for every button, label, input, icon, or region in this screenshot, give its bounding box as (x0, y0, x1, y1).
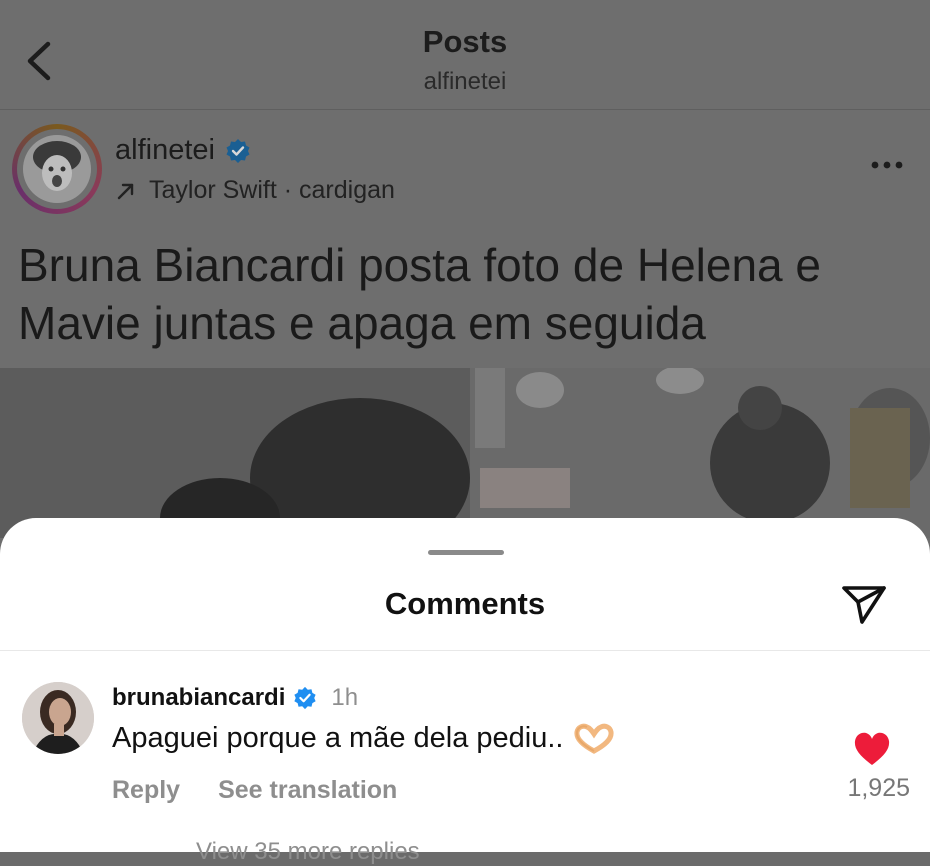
view-replies-link[interactable]: View 35 more replies (196, 838, 420, 866)
more-options-icon[interactable] (862, 150, 912, 180)
divider (0, 650, 930, 651)
arrow-up-right-icon (117, 183, 134, 199)
verified-badge-icon (294, 686, 316, 710)
post-music-row[interactable]: Taylor Swift · cardigan (115, 176, 395, 205)
reply-button[interactable]: Reply (112, 776, 180, 805)
page-subtitle: alfinetei (423, 68, 507, 95)
post-username-row: alfinetei (115, 134, 251, 167)
see-translation-button[interactable]: See translation (218, 776, 397, 805)
comment-timestamp: 1h (331, 684, 359, 711)
comment-text: Apaguei porque a mãe dela pediu.. (112, 722, 564, 754)
comment-text-row: Apaguei porque a mãe dela pediu.. (112, 722, 615, 755)
comment-actions: Reply See translation (112, 776, 397, 805)
header: Posts alfinetei (0, 0, 930, 110)
avatar-image (23, 135, 91, 203)
heart-hands-emoji-icon (574, 723, 614, 754)
post-image[interactable] (0, 368, 930, 538)
like-count: 1,925 (847, 774, 910, 802)
comments-title: Comments (384, 586, 546, 621)
send-icon[interactable] (838, 580, 890, 628)
page-title: Posts (422, 24, 508, 59)
verified-badge-icon (226, 138, 250, 163)
post-avatar[interactable] (12, 124, 102, 214)
comments-sheet: Comments brunabiancardi 1h Apaguei porqu… (0, 518, 930, 865)
comment-username[interactable]: brunabiancardi (112, 684, 285, 712)
comment-header: brunabiancardi 1h (112, 684, 358, 712)
post-username[interactable]: alfinetei (115, 134, 215, 167)
heart-icon[interactable] (852, 730, 892, 768)
drag-handle[interactable] (428, 550, 504, 555)
post-music-label: Taylor Swift · cardigan (149, 176, 395, 204)
post-headline: Bruna Biancardi posta foto de Helena e M… (18, 239, 821, 349)
comment-avatar[interactable] (22, 682, 94, 754)
divider (0, 109, 930, 110)
